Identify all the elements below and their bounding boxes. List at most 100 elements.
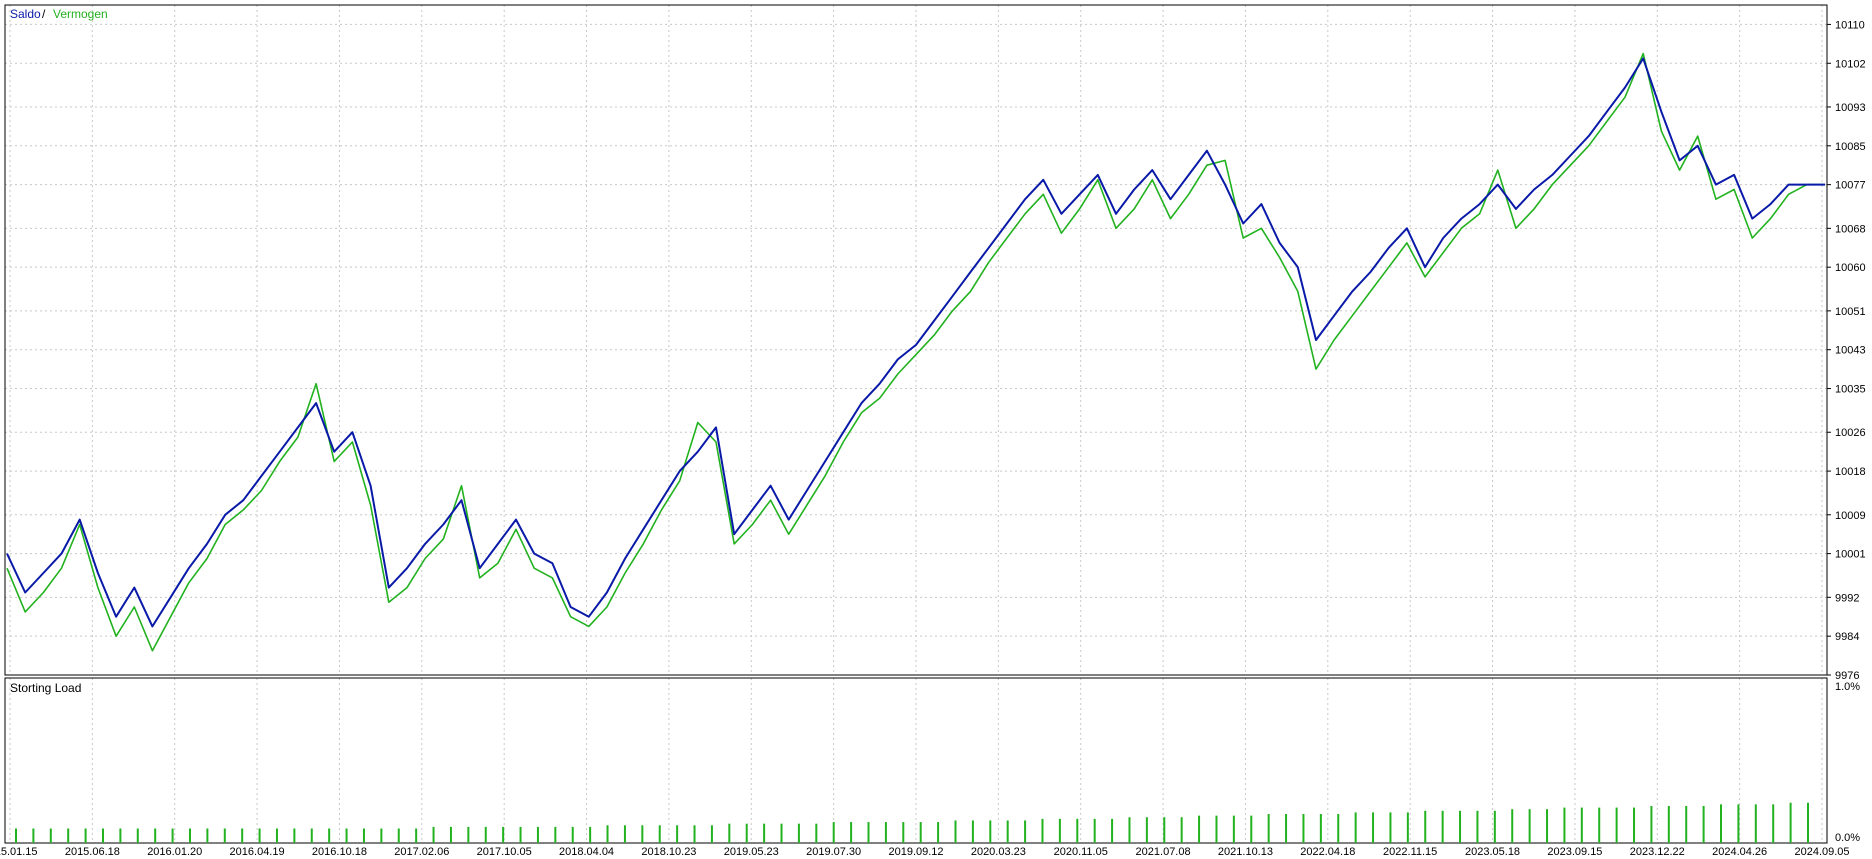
storting-load-bar (1441, 810, 1444, 843)
y-tick-label: 10009 (1835, 510, 1866, 522)
storting-load-bar (188, 828, 191, 843)
storting-load-bar (502, 826, 505, 843)
storting-load-bar (815, 823, 818, 843)
storting-load-bar (954, 820, 957, 843)
storting-load-bar (1267, 814, 1270, 843)
storting-load-bar (1198, 815, 1201, 843)
storting-load-bar (1215, 815, 1218, 843)
storting-load-bar (676, 825, 679, 843)
storting-load-bar (293, 828, 296, 843)
storting-load-bar (1302, 814, 1305, 843)
storting-load-bar (693, 825, 696, 843)
storting-load-bar (850, 822, 853, 843)
x-tick-label: 2020.11.05 (1054, 846, 1108, 858)
storting-load-bar (989, 820, 992, 843)
storting-load-bar (67, 828, 70, 843)
x-tick-label: 2016.01.20 (147, 846, 202, 858)
storting-load-bar (641, 825, 644, 843)
storting-load-bar (1546, 809, 1549, 843)
storting-load-bar (275, 828, 278, 843)
storting-load-bar (154, 828, 157, 843)
storting-load-bar (1754, 804, 1757, 843)
x-axis-ticks: 2015.01.15 2015.06.18 2016.01.20 2016.04.19… (0, 846, 1850, 858)
y-tick-label: 10085 (1835, 141, 1866, 153)
storting-load-bar (1041, 818, 1044, 843)
storting-load-bar (1058, 818, 1061, 843)
y-tick-label: 10001 (1835, 549, 1866, 561)
x-tick-label: 2024.09.05 (1794, 846, 1849, 858)
storting-load-bar (763, 823, 766, 843)
storting-load-bar (1006, 820, 1009, 843)
storting-load-bar (1024, 820, 1027, 843)
storting-load-bar (1319, 814, 1322, 843)
storting-load-bar (345, 828, 348, 843)
lower-y-tick-label: 0.0% (1835, 832, 1860, 844)
storting-load-bar (206, 828, 209, 843)
storting-load-bar (606, 825, 609, 843)
storting-load-bar (258, 828, 261, 843)
x-tick-label: 2019.05.23 (724, 846, 779, 858)
storting-load-bar (902, 822, 905, 843)
storting-load-bar (1285, 814, 1288, 843)
storting-load-bar (1598, 807, 1601, 843)
storting-load-bar (1789, 802, 1792, 843)
storting-load-bar (1372, 812, 1375, 843)
y-tick-label: 10026 (1835, 427, 1866, 439)
x-tick-label: 2020.03.23 (971, 846, 1026, 858)
storting-load-bar (1076, 818, 1079, 843)
y-tick-label: 10068 (1835, 223, 1866, 235)
storting-load-bar (554, 826, 557, 843)
x-tick-label: 2017.10.05 (477, 846, 532, 858)
x-tick-label: 2019.07.30 (806, 846, 861, 858)
lower-y-tick-label: 1.0% (1835, 681, 1860, 693)
storting-load-bar (1250, 815, 1253, 843)
x-tick-label: 2024.04.26 (1712, 846, 1767, 858)
x-tick-label: 2023.05.18 (1465, 846, 1520, 858)
storting-load-bar (1615, 807, 1618, 843)
storting-load-bar (571, 826, 574, 843)
storting-load-bar (1580, 807, 1583, 843)
y-tick-label: 9992 (1835, 592, 1859, 604)
legend-balance-label: Saldo (10, 7, 41, 21)
x-tick-label: 2022.04.18 (1300, 846, 1355, 858)
y-tick-label: 10093 (1835, 102, 1866, 114)
storting-load-bar (1093, 818, 1096, 843)
storting-load-bar (1337, 814, 1340, 843)
storting-load-bar (432, 826, 435, 843)
storting-load-bar (415, 828, 418, 843)
x-tick-label: 2018.10.23 (641, 846, 696, 858)
x-tick-label: 2018.04.04 (559, 846, 614, 858)
storting-load-bar (1232, 815, 1235, 843)
y-tick-label: 10110 (1835, 19, 1865, 31)
storting-load-bar (1633, 807, 1636, 843)
storting-load-bar (1667, 805, 1670, 843)
storting-load-bar (1702, 805, 1705, 843)
storting-load-bar (728, 823, 731, 843)
storting-load-bar (1163, 817, 1166, 843)
y-tick-label: 9984 (1835, 631, 1859, 643)
x-tick-label: 2023.09.15 (1547, 846, 1602, 858)
y-tick-label: 10018 (1835, 466, 1866, 478)
storting-load-bar (780, 823, 783, 843)
storting-load-bar (1563, 807, 1566, 843)
storting-load-bar (1807, 802, 1809, 843)
legend-equity-label: Vermogen (53, 7, 108, 21)
storting-load-bar (32, 828, 35, 843)
y-tick-label: 10043 (1835, 345, 1866, 357)
storting-load-bar (1493, 810, 1496, 843)
storting-load-bar (484, 826, 487, 843)
storting-load-bar (101, 828, 104, 843)
x-tick-label: 2015.01.15 (0, 846, 38, 858)
x-tick-label: 2019.09.12 (888, 846, 943, 858)
storting-load-bar (119, 828, 122, 843)
storting-load-bar (658, 825, 661, 843)
storting-load-bar (589, 826, 592, 843)
storting-load-bar (1424, 810, 1427, 843)
storting-load-bar (1459, 810, 1462, 843)
storting-load-bar (1145, 817, 1148, 843)
storting-load-bar (1354, 812, 1357, 843)
x-tick-label: 2022.11.15 (1383, 846, 1437, 858)
storting-load-bar (536, 826, 539, 843)
storting-load-bar (380, 828, 383, 843)
storting-load-bar (136, 828, 139, 843)
